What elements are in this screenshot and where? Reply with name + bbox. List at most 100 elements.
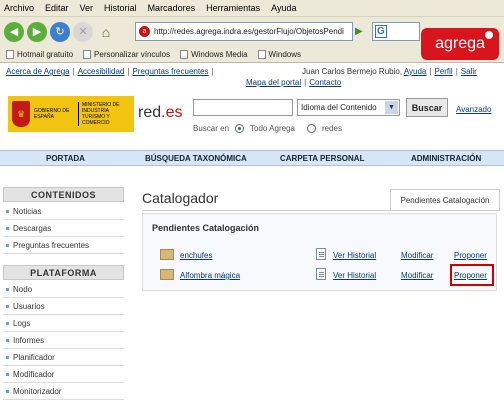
- language-select[interactable]: Idioma del Contenido ▼: [297, 99, 400, 116]
- link-salir[interactable]: Salir: [461, 67, 477, 76]
- sidebar-item-descargas[interactable]: Descargas: [3, 220, 124, 237]
- sidebar-contenidos-title: CONTENIDOS: [3, 187, 124, 202]
- bullet-icon: [6, 321, 9, 325]
- history-doc-icon: [316, 248, 326, 260]
- bookmark-personalizar[interactable]: Personalizar vínculos: [83, 49, 171, 59]
- sidebar-item-label: Planificador: [13, 352, 55, 362]
- menu-herramientas[interactable]: Herramientas: [206, 3, 260, 13]
- bookmark-icon: [180, 49, 189, 59]
- sidebar-item-noticias[interactable]: Noticias: [3, 203, 124, 220]
- bullet-icon: [6, 389, 9, 393]
- back-icon[interactable]: ◀: [4, 21, 24, 42]
- sidebar-item-label: Descargas: [13, 223, 52, 233]
- search-button[interactable]: Buscar: [406, 98, 448, 117]
- brand-text: red: [138, 104, 162, 121]
- package-icon: [160, 249, 174, 260]
- bookmark-hotmail[interactable]: Hotmail gratuito: [6, 49, 73, 59]
- package-icon: [160, 269, 174, 280]
- menu-ver[interactable]: Ver: [80, 3, 94, 13]
- link-contacto[interactable]: Contacto: [309, 78, 341, 87]
- sidebar-item-planificador[interactable]: Planificador: [3, 349, 124, 366]
- chevron-down-icon[interactable]: ▼: [385, 101, 398, 114]
- gobierno-logo: ♛ GOBIERNO DE ESPAÑA MINISTERIO DE INDUS…: [8, 96, 134, 132]
- proponer-link[interactable]: Proponer: [454, 251, 487, 260]
- stop-icon[interactable]: ✕: [73, 21, 93, 42]
- search-input[interactable]: [193, 99, 293, 116]
- ver-historial-link[interactable]: Ver Historial: [333, 251, 376, 260]
- nav-portada[interactable]: PORTADA: [46, 154, 85, 163]
- highlight-box: [450, 264, 494, 286]
- bookmark-label: Windows Media: [191, 49, 248, 59]
- link-mapa[interactable]: Mapa del portal: [246, 78, 301, 87]
- link-preguntas[interactable]: Preguntas frecuentes: [132, 67, 208, 76]
- row-name-link[interactable]: Alfombra mágica: [180, 271, 240, 280]
- bullet-icon: [6, 338, 9, 342]
- user-name: Juan Carlos Bermejo Rubio,: [302, 67, 403, 76]
- bookmark-windows[interactable]: Windows: [257, 49, 301, 59]
- link-acerca[interactable]: Acerca de Agrega: [6, 67, 70, 76]
- radio-redes-label: redes: [321, 124, 342, 133]
- row-name-link[interactable]: enchufes: [180, 251, 212, 260]
- sidebar-item-monitorizador[interactable]: Monitorizador: [3, 383, 124, 400]
- web-search-box[interactable]: G: [372, 22, 420, 41]
- modificar-link[interactable]: Modificar: [401, 271, 433, 280]
- link-ayuda[interactable]: Ayuda: [404, 67, 427, 76]
- browser-menubar: Archivo Editar Ver Historial Marcadores …: [0, 0, 504, 17]
- sidebar-item-label: Informes: [13, 335, 45, 345]
- tab-pendientes[interactable]: Pendientes Catalogación: [390, 189, 500, 211]
- bookmark-label: Personalizar vínculos: [94, 49, 171, 59]
- sidebar-item-modificador[interactable]: Modificador: [3, 366, 124, 383]
- sidebar-item-nodo[interactable]: Nodo: [3, 281, 124, 298]
- search-engine-icon: G: [375, 25, 387, 38]
- radio-todo-agrega-label: Todo Agrega: [250, 124, 295, 133]
- home-icon[interactable]: ⌂: [96, 22, 116, 42]
- radio-todo-agrega[interactable]: [235, 124, 245, 133]
- nav-carpeta[interactable]: CARPETA PERSONAL: [280, 154, 364, 163]
- sidebar-item-informes[interactable]: Informes: [3, 332, 124, 349]
- bullet-icon: [6, 287, 9, 291]
- link-perfil[interactable]: Perfil: [434, 67, 452, 76]
- link-accesibilidad[interactable]: Accesibilidad: [78, 67, 125, 76]
- bookmark-label: Windows: [268, 49, 301, 59]
- search-scope: Buscar en Todo Agrega redes: [193, 124, 342, 133]
- sidebar-item-logs[interactable]: Logs: [3, 315, 124, 332]
- sidebar-item-usuarios[interactable]: Usuarios: [3, 298, 124, 315]
- language-select-value: Idioma del Contenido: [301, 103, 377, 112]
- site-favicon-icon: a: [139, 26, 150, 37]
- menu-editar[interactable]: Editar: [45, 3, 69, 13]
- sidebar-item-label: Modificador: [13, 369, 55, 379]
- modificar-link[interactable]: Modificar: [401, 251, 433, 260]
- sidebar-item-label: Preguntas frecuentes: [13, 240, 90, 250]
- redes-logo: red.es: [138, 104, 182, 122]
- reload-icon[interactable]: ↻: [50, 21, 70, 42]
- go-arrow-icon[interactable]: ▶: [355, 26, 367, 38]
- secondary-links: Mapa del portal | Contacto: [246, 78, 342, 87]
- sidebar-item-label: Logs: [13, 318, 31, 328]
- sidebar-item-label: Nodo: [13, 284, 33, 294]
- sidebar-item-label: Usuarios: [13, 301, 45, 311]
- radio-redes[interactable]: [306, 124, 316, 133]
- menu-archivo[interactable]: Archivo: [4, 3, 34, 13]
- bookmark-windows-media[interactable]: Windows Media: [180, 49, 248, 59]
- panel-title: Pendientes Catalogación: [152, 223, 260, 233]
- advanced-search-link[interactable]: Avanzado: [456, 105, 491, 114]
- agrega-logo-text: agrega: [435, 35, 485, 52]
- url-text: http://redes.agrega.indra.es/gestorFlujo…: [154, 27, 344, 36]
- nav-administracion[interactable]: ADMINISTRACIÓN: [411, 154, 481, 163]
- bullet-icon: [6, 226, 9, 230]
- forward-icon[interactable]: ▶: [27, 21, 47, 42]
- bookmark-icon: [83, 49, 92, 59]
- ver-historial-link[interactable]: Ver Historial: [333, 271, 376, 280]
- agrega-dot-icon: [485, 31, 493, 39]
- sidebar-item-preguntas[interactable]: Preguntas frecuentes: [3, 237, 124, 254]
- user-bar: Juan Carlos Bermejo Rubio, Ayuda | Perfil |…: [302, 67, 477, 76]
- nav-busqueda[interactable]: BÚSQUEDA TAXONÓMICA: [145, 154, 247, 163]
- menu-ayuda[interactable]: Ayuda: [271, 3, 296, 13]
- url-bar[interactable]: a http://redes.agrega.indra.es/gestorFlu…: [135, 22, 353, 41]
- bullet-icon: [6, 372, 9, 376]
- sidebar-item-label: Noticias: [13, 206, 42, 216]
- bullet-icon: [6, 209, 9, 213]
- menu-historial[interactable]: Historial: [104, 3, 137, 13]
- sidebar-plataforma-title: PLATAFORMA: [3, 265, 124, 280]
- menu-marcadores[interactable]: Marcadores: [148, 3, 196, 13]
